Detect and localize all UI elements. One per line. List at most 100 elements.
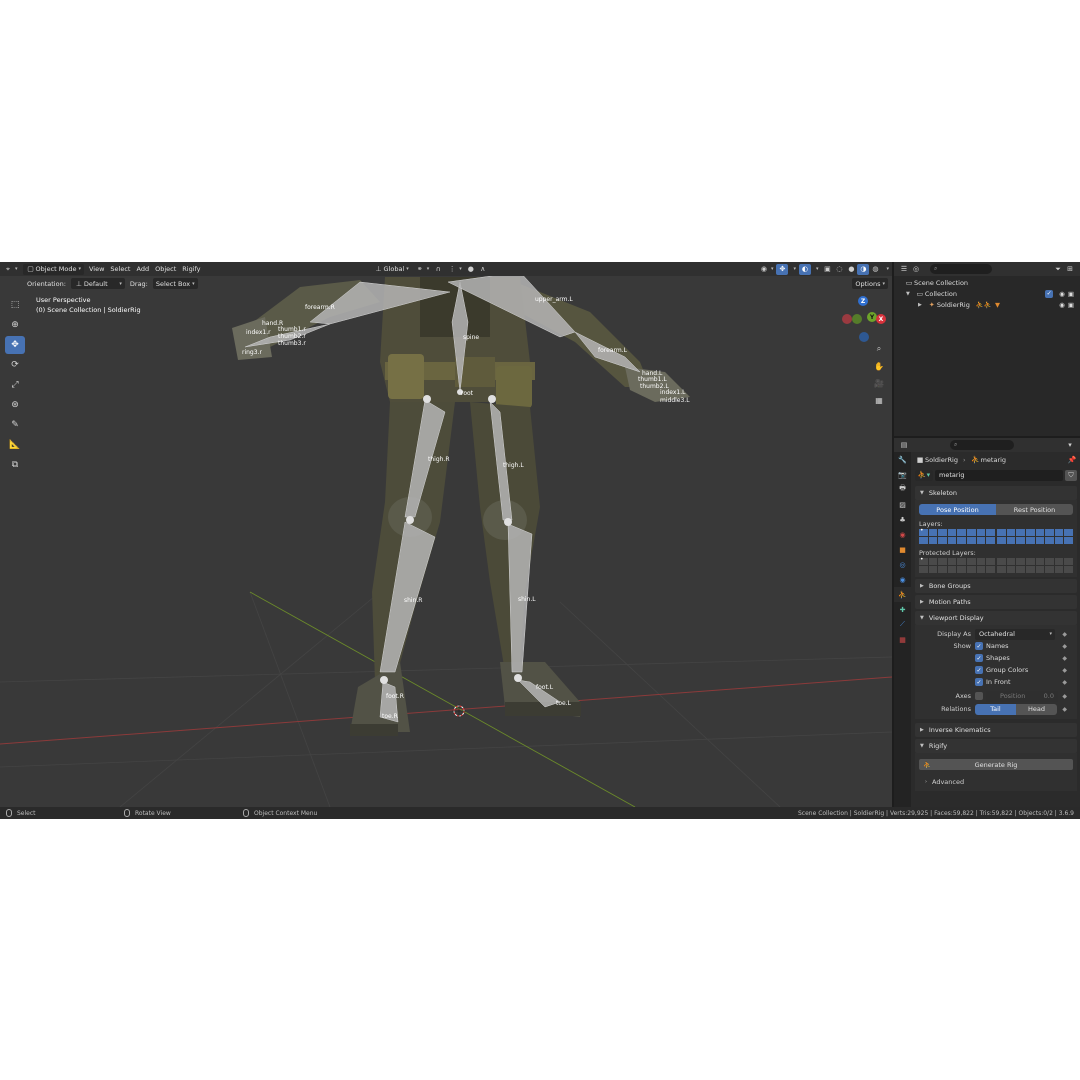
protected-layer-toggle[interactable]	[1054, 558, 1064, 565]
protected-layer-toggle[interactable]	[1006, 558, 1016, 565]
axes-position-field[interactable]: Position 0.0	[986, 690, 1058, 702]
tab-texture[interactable]: ▦	[894, 632, 911, 647]
rotate-tool[interactable]: ⟳	[5, 356, 25, 374]
tab-bone-constraints[interactable]: ⟋	[894, 617, 911, 632]
gizmo-dropdown[interactable]: ▾	[788, 264, 799, 275]
snap-dropdown[interactable]: ⋮ ▾	[444, 264, 465, 275]
axes-checkbox[interactable]	[975, 692, 983, 700]
layer-toggle[interactable]	[1045, 537, 1054, 544]
proportional-edit-toggle[interactable]: ●	[465, 264, 477, 275]
drag-dropdown[interactable]: Select Box ▾	[152, 278, 198, 289]
protected-layer-toggle[interactable]: •	[919, 556, 928, 565]
transform-tool[interactable]: ⊛	[5, 396, 25, 414]
gizmo-z-axis[interactable]: Z	[858, 296, 868, 306]
layer-toggle[interactable]	[957, 537, 966, 544]
shading-rendered[interactable]: ◍	[869, 264, 881, 275]
tab-view-layer[interactable]: ▨	[894, 497, 911, 512]
layer-toggle[interactable]	[997, 529, 1006, 536]
options-dropdown[interactable]: Options ▾	[852, 278, 888, 289]
protected-layer-toggle[interactable]	[976, 566, 986, 573]
layer-toggle[interactable]	[1035, 529, 1045, 536]
outliner-search[interactable]: ⌕	[930, 264, 992, 274]
select-box-tool[interactable]: ⬚	[5, 296, 25, 314]
gizmo-neg-x[interactable]	[842, 314, 852, 324]
panel-rigify[interactable]: ▼ Rigify	[915, 739, 1077, 753]
new-collection-button[interactable]: ⊞	[1064, 264, 1076, 275]
protected-layer-toggle[interactable]	[928, 558, 938, 565]
expand-arrow-icon[interactable]: ▼	[906, 291, 910, 297]
layer-toggle[interactable]	[1045, 529, 1054, 536]
layer-toggle[interactable]	[919, 537, 928, 544]
protected-layer-toggle[interactable]	[1035, 558, 1045, 565]
visibility-dropdown[interactable]: ◉ ▾	[756, 264, 777, 275]
mode-dropdown[interactable]: ▢ Object Mode ▾	[22, 263, 84, 275]
layer-toggle[interactable]: •	[919, 527, 928, 536]
layer-toggle[interactable]	[928, 529, 938, 536]
advanced-subpanel[interactable]: › Advanced	[919, 776, 1073, 787]
animate-property-icon[interactable]: ◆	[1062, 643, 1067, 650]
panel-viewport-display[interactable]: ▼ Viewport Display	[915, 611, 1077, 625]
falloff-dropdown[interactable]: ∧	[477, 264, 489, 275]
camera-icon[interactable]: ▣	[1068, 301, 1074, 309]
protected-layer-toggle[interactable]	[1035, 566, 1045, 573]
gizmo-x-axis[interactable]: X	[876, 314, 886, 324]
menu-add[interactable]: Add	[133, 264, 152, 275]
properties-search[interactable]: ⌕	[950, 440, 1014, 450]
layer-toggle[interactable]	[986, 537, 995, 544]
menu-object[interactable]: Object	[152, 264, 179, 275]
animate-property-icon[interactable]: ◆	[1062, 679, 1067, 686]
protected-layer-toggle[interactable]	[1045, 558, 1054, 565]
panel-inverse-kinematics[interactable]: ▶ Inverse Kinematics	[915, 723, 1077, 737]
protected-layer-toggle[interactable]	[947, 558, 957, 565]
fake-user-button[interactable]: ⛉	[1065, 469, 1077, 481]
shading-solid[interactable]: ●	[845, 264, 857, 275]
tab-world[interactable]: ◉	[894, 527, 911, 542]
protected-layer-toggle[interactable]	[1016, 566, 1026, 573]
tab-scene[interactable]: ♣	[894, 512, 911, 527]
properties-options[interactable]: ▾	[1064, 440, 1076, 451]
protected-layer-toggle[interactable]	[1045, 566, 1054, 573]
camera-view-button[interactable]: 🎥	[872, 376, 886, 390]
datablock-browse[interactable]: ⛹▾	[915, 469, 933, 481]
layer-toggle[interactable]	[997, 537, 1006, 544]
protected-layer-toggle[interactable]	[938, 558, 947, 565]
layer-toggle[interactable]	[1026, 537, 1035, 544]
protected-layer-toggle[interactable]	[986, 558, 995, 565]
protected-layer-toggle[interactable]	[928, 566, 938, 573]
panel-motion-paths[interactable]: ▶ Motion Paths	[915, 595, 1077, 609]
layer-toggle[interactable]	[957, 529, 966, 536]
protected-layer-toggle[interactable]	[957, 566, 966, 573]
scale-tool[interactable]: ⤢	[5, 376, 25, 394]
layer-toggle[interactable]	[1006, 529, 1016, 536]
datablock-name-field[interactable]: metarig	[935, 469, 1063, 481]
move-tool[interactable]: ✥	[5, 336, 25, 354]
expand-arrow-icon[interactable]: ▶	[918, 302, 922, 308]
orientation-dropdown[interactable]: ⊥ Default ▾	[70, 278, 125, 289]
shading-dropdown[interactable]: ▾	[881, 264, 892, 275]
3d-viewport[interactable]: forearm.R upper_arm.L spine forearm.L ro…	[0, 262, 892, 807]
menu-rigify[interactable]: Rigify	[179, 264, 203, 275]
annotate-tool[interactable]: ✎	[5, 416, 25, 434]
gizmo-neg-y[interactable]	[852, 314, 862, 324]
layer-toggle[interactable]	[947, 529, 957, 536]
layer-toggle[interactable]	[966, 529, 976, 536]
layer-toggle[interactable]	[1006, 537, 1016, 544]
overlay-dropdown[interactable]: ▾	[811, 264, 822, 275]
outliner-editor-type[interactable]: ☰	[898, 264, 910, 275]
protected-layer-toggle[interactable]	[947, 566, 957, 573]
transform-orientation-dropdown[interactable]: ⊥ Global ▾	[371, 264, 412, 275]
group-colors-checkbox[interactable]: ✓	[975, 666, 983, 674]
xray-toggle[interactable]: ▣	[821, 264, 833, 275]
ortho-toggle-button[interactable]: ▦	[872, 393, 886, 407]
eye-icon[interactable]: ◉	[1059, 290, 1065, 298]
protected-layer-toggle[interactable]	[919, 566, 928, 573]
pivot-dropdown[interactable]: ⚭ ▾	[412, 264, 433, 275]
protected-layer-toggle[interactable]	[1026, 558, 1035, 565]
zoom-button[interactable]: ⌕	[872, 342, 886, 356]
layer-toggle[interactable]	[976, 537, 986, 544]
add-cube-tool[interactable]: ⧉	[5, 456, 25, 474]
layer-toggle[interactable]	[976, 529, 986, 536]
protected-layer-toggle[interactable]	[1016, 558, 1026, 565]
layer-toggle[interactable]	[986, 529, 995, 536]
layer-toggle[interactable]	[1064, 537, 1073, 544]
